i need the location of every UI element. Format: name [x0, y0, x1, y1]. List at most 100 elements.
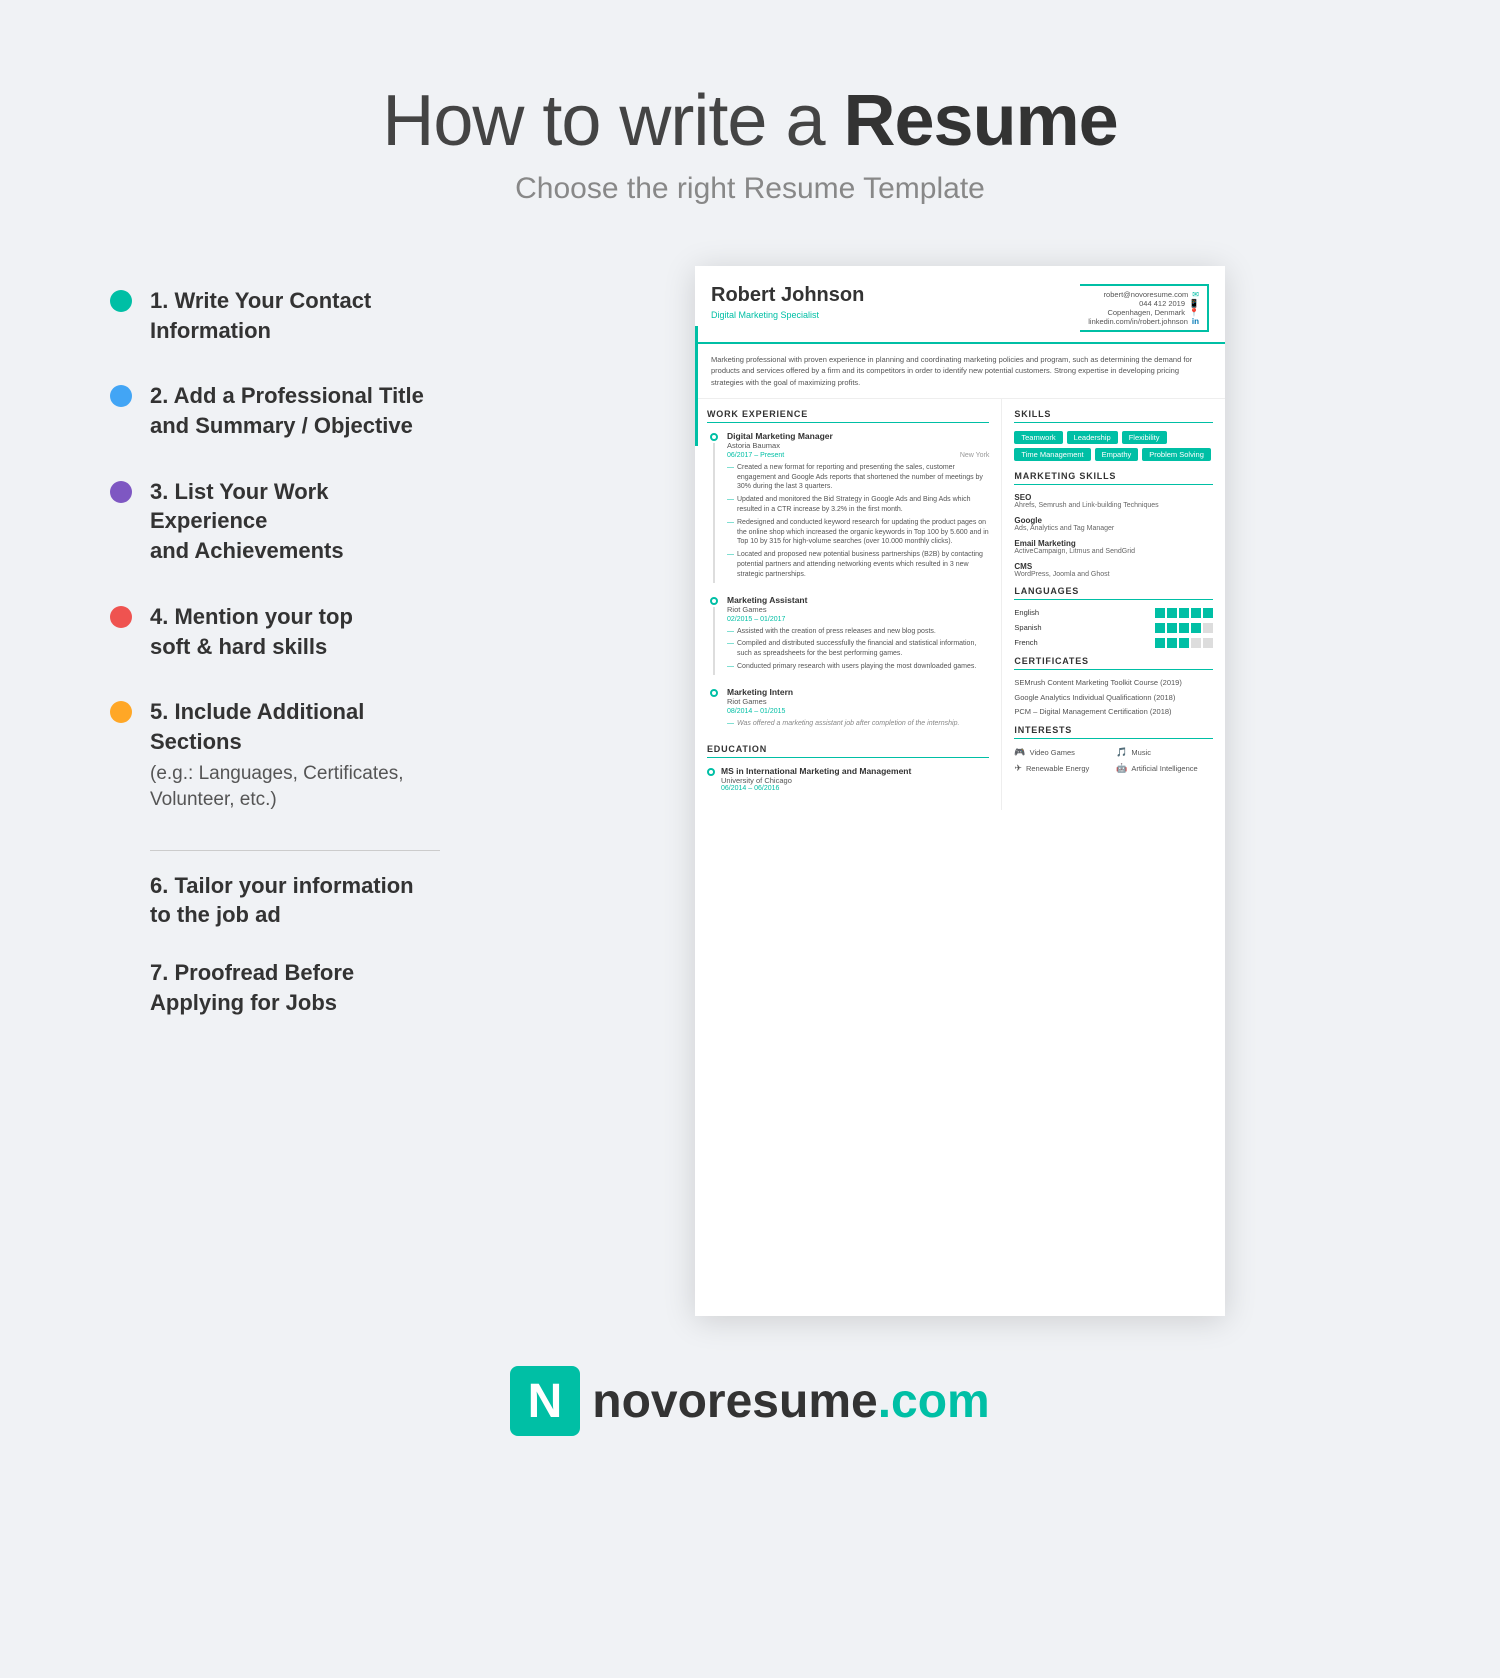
page-title: How to write a Resume	[20, 80, 1480, 162]
job-1-bullets: Created a new format for reporting and p…	[727, 463, 989, 580]
skills-title: SKILLS	[1014, 409, 1213, 423]
cert-2: Google Analytics Individual Qualificatio…	[1014, 693, 1213, 703]
resume-name-block: Robert Johnson Digital Marketing Special…	[711, 284, 864, 320]
edu-dot-1	[707, 768, 715, 776]
job-3-content: Marketing Intern Riot Games 08/2014 – 01…	[727, 687, 989, 732]
job-1-title: Digital Marketing Manager	[727, 431, 989, 441]
contact-location-text: Copenhagen, Denmark	[1107, 308, 1185, 317]
bar-5	[1203, 638, 1213, 648]
brand-name: novoresume	[592, 1375, 877, 1428]
job-2-bullet-2: Compiled and distributed successfully th…	[727, 639, 989, 659]
mskill-cms-title: CMS	[1014, 562, 1213, 571]
mskill-google: Google Ads, Analytics and Tag Manager	[1014, 516, 1213, 532]
contact-email-text: robert@novoresume.com	[1104, 290, 1189, 299]
interest-video-games-label: Video Games	[1030, 748, 1075, 757]
timeline-line-2	[713, 607, 715, 675]
step-5-dot	[110, 701, 132, 723]
edu-1: MS in International Marketing and Manage…	[707, 766, 989, 792]
job-1: Digital Marketing Manager Astoria Baumax…	[707, 431, 989, 583]
timeline-line-1	[713, 443, 715, 583]
novoresume-logo-icon: N	[510, 1366, 580, 1436]
page-footer: N novoresume.com	[0, 1316, 1500, 1476]
lang-french-bars	[1155, 638, 1213, 648]
contact-linkedin-text: linkedin.com/in/robert.johnson	[1088, 317, 1188, 326]
interest-music-label: Music	[1131, 748, 1151, 757]
bar-4	[1191, 638, 1201, 648]
resume-header: Robert Johnson Digital Marketing Special…	[695, 266, 1225, 344]
job-3: Marketing Intern Riot Games 08/2014 – 01…	[707, 687, 989, 732]
interest-video-games: 🎮 Video Games	[1014, 747, 1111, 758]
linkedin-icon: in	[1192, 317, 1199, 326]
interests-title: INTERESTS	[1014, 725, 1213, 739]
bar-2	[1167, 623, 1177, 633]
step-3-dot	[110, 481, 132, 503]
job-3-company: Riot Games	[727, 697, 989, 706]
step-4-text: 4. Mention your topsoft & hard skills	[150, 602, 353, 661]
step-3: 3. List Your Work Experienceand Achievem…	[110, 477, 440, 566]
title-light: How to write a	[382, 81, 824, 161]
mskill-seo-desc: Ahrefs, Semrush and Link-building Techni…	[1014, 502, 1213, 509]
interest-ai: 🤖 Artificial Intelligence	[1116, 763, 1213, 774]
mskill-email-title: Email Marketing	[1014, 539, 1213, 548]
job-2-company: Riot Games	[727, 605, 989, 614]
job-3-date-range: 08/2014 – 01/2015	[727, 708, 785, 715]
location-icon: 📍	[1189, 308, 1199, 317]
bar-2	[1167, 608, 1177, 618]
job-2-dates: 02/2015 – 01/2017	[727, 616, 989, 623]
lang-spanish-bars	[1155, 623, 1213, 633]
job-2-bullet-3: Conducted primary research with users pl…	[727, 662, 989, 672]
lang-french: French	[1014, 638, 1213, 648]
job-1-content: Digital Marketing Manager Astoria Baumax…	[727, 431, 989, 583]
skills-tags: Teamwork Leadership Flexibility Time Man…	[1014, 431, 1213, 461]
job-3-title: Marketing Intern	[727, 687, 989, 697]
renewable-energy-icon: ✈	[1014, 763, 1022, 774]
bar-3	[1179, 608, 1189, 618]
lang-spanish: Spanish	[1014, 623, 1213, 633]
contact-phone-row: 044 412 2019 📱	[1088, 299, 1199, 308]
marketing-skills-title: MARKETING SKILLS	[1014, 471, 1213, 485]
main-content: 1. Write Your Contact Information 2. Add…	[50, 266, 1450, 1316]
steps-panel: 1. Write Your Contact Information 2. Add…	[50, 266, 470, 1038]
resume-right-col: SKILLS Teamwork Leadership Flexibility T…	[1002, 399, 1225, 810]
resume-job-title: Digital Marketing Specialist	[711, 310, 864, 320]
page-wrapper: How to write a Resume Choose the right R…	[0, 0, 1500, 1536]
resume-preview: Robert Johnson Digital Marketing Special…	[695, 266, 1225, 1316]
step-4-dot	[110, 606, 132, 628]
timeline-1	[707, 431, 721, 583]
work-experience-title: WORK EXPERIENCE	[707, 409, 989, 423]
skill-teamwork: Teamwork	[1014, 431, 1062, 444]
step-4: 4. Mention your topsoft & hard skills	[110, 602, 440, 661]
skill-flexibility: Flexibility	[1122, 431, 1167, 444]
resume-name: Robert Johnson	[711, 284, 864, 307]
interests-grid: 🎮 Video Games 🎵 Music ✈ Renewable Energy	[1014, 747, 1213, 774]
step-5: 5. Include Additional Sections (e.g.: La…	[110, 697, 440, 814]
step-7-text: 7. Proofread BeforeApplying for Jobs	[150, 958, 440, 1017]
mskill-google-desc: Ads, Analytics and Tag Manager	[1014, 525, 1213, 532]
job-2-bullet-1: Assisted with the creation of press rele…	[727, 627, 989, 637]
timeline-dot-3	[710, 689, 718, 697]
job-2-date-range: 02/2015 – 01/2017	[727, 616, 785, 623]
edu-1-degree: MS in International Marketing and Manage…	[721, 766, 911, 776]
edu-1-dates: 06/2014 – 06/2016	[721, 785, 911, 792]
mskill-email-desc: ActiveCampaign, Litmus and SendGrid	[1014, 548, 1213, 555]
ai-icon: 🤖	[1116, 763, 1127, 774]
lang-english-name: English	[1014, 608, 1064, 617]
job-3-bullets: Was offered a marketing assistant job af…	[727, 719, 989, 729]
interest-music: 🎵 Music	[1116, 747, 1213, 758]
languages-title: LANGUAGES	[1014, 586, 1213, 600]
bar-1	[1155, 638, 1165, 648]
bar-3	[1179, 623, 1189, 633]
job-1-bullet-2: Updated and monitored the Bid Strategy i…	[727, 495, 989, 515]
edu-1-content: MS in International Marketing and Manage…	[721, 766, 911, 792]
job-2-content: Marketing Assistant Riot Games 02/2015 –…	[727, 595, 989, 675]
bar-5	[1203, 608, 1213, 618]
interest-ai-label: Artificial Intelligence	[1131, 764, 1197, 773]
job-1-bullet-1: Created a new format for reporting and p…	[727, 463, 989, 492]
cert-1: SEMrush Content Marketing Toolkit Course…	[1014, 678, 1213, 688]
edu-1-school: University of Chicago	[721, 776, 911, 785]
resume-body: WORK EXPERIENCE Digital Marketing Manage…	[695, 399, 1225, 810]
contact-email-row: robert@novoresume.com ✉	[1088, 290, 1199, 299]
mskill-cms: CMS WordPress, Joomla and Ghost	[1014, 562, 1213, 578]
resume-wrapper: Robert Johnson Digital Marketing Special…	[470, 266, 1450, 1316]
job-3-dates: 08/2014 – 01/2015	[727, 708, 989, 715]
